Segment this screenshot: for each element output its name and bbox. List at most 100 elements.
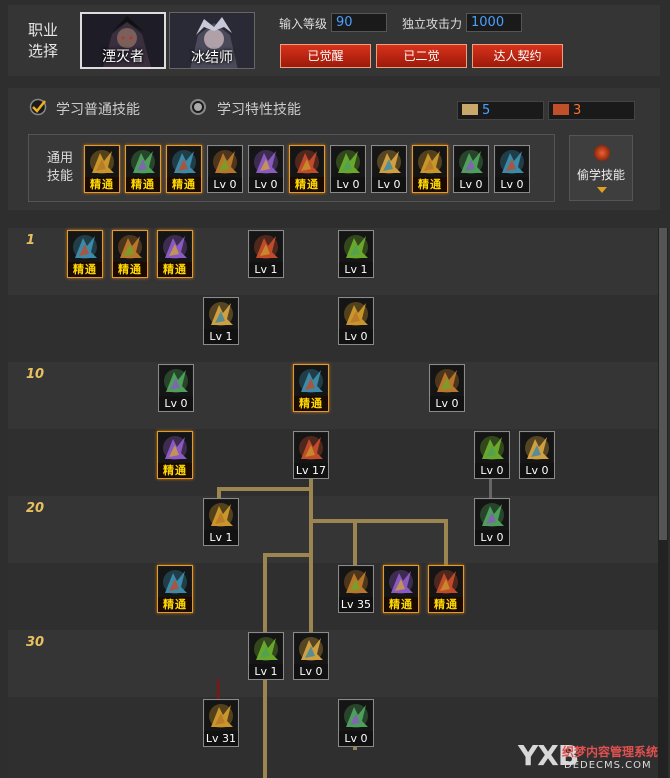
skill-slot[interactable]: 精通: [293, 364, 329, 412]
skill-slot[interactable]: Lv 0: [519, 431, 555, 479]
dash-kick-skill-icon: [168, 147, 200, 178]
skill-level-label: Lv 1: [204, 530, 238, 545]
tree-row: [8, 630, 658, 697]
skill-slot[interactable]: Lv 0: [371, 145, 407, 193]
skill-slot[interactable]: 精通: [125, 145, 161, 193]
tp-points-box: 3: [548, 101, 635, 120]
second-awakened-button[interactable]: 已二觉: [376, 44, 467, 68]
class-portrait-annihilator[interactable]: 湮灭者: [80, 12, 166, 69]
skill-slot[interactable]: Lv 1: [203, 297, 239, 345]
input-level-field[interactable]: 90: [331, 13, 387, 32]
class-portrait-elementalist[interactable]: 冰结师: [169, 12, 255, 69]
book-icon: [553, 104, 569, 115]
skill-slot[interactable]: Lv 1: [248, 230, 284, 278]
skill-slot[interactable]: 精通: [166, 145, 202, 193]
learn-normal-checkbox[interactable]: [29, 98, 47, 116]
skill-level-label: Lv 31: [204, 731, 238, 746]
independent-attack-label: 独立攻击力: [402, 17, 463, 31]
hex-star-skill-icon: [159, 567, 191, 598]
skill-slot[interactable]: Lv 0: [338, 297, 374, 345]
tree-connector: [444, 519, 448, 569]
skill-level-label: Lv 0: [294, 664, 328, 679]
skill-slot[interactable]: Lv 1: [248, 632, 284, 680]
tree-row: [8, 362, 658, 429]
skill-slot[interactable]: Lv 0: [293, 632, 329, 680]
tree-connector: [217, 487, 313, 491]
skill-slot[interactable]: Lv 1: [203, 498, 239, 546]
level-marker: 20: [26, 501, 45, 516]
spiral-dash-skill-icon: [250, 232, 282, 263]
tree-row: [8, 563, 658, 630]
skill-slot[interactable]: Lv 0: [158, 364, 194, 412]
golden-warrior-skill-icon: [455, 147, 487, 178]
skill-level-label: 精通: [290, 177, 324, 192]
skill-slot[interactable]: Lv 0: [474, 431, 510, 479]
skill-slot[interactable]: Lv 0: [429, 364, 465, 412]
skill-level-label: Lv 0: [475, 463, 509, 478]
skill-slot[interactable]: 精通: [412, 145, 448, 193]
learn-normal-label: 学习普通技能: [56, 102, 140, 118]
skill-slot[interactable]: 精通: [157, 230, 193, 278]
independent-attack-field[interactable]: 1000: [466, 13, 522, 32]
skill-level-label: Lv 0: [249, 177, 283, 192]
skill-slot[interactable]: Lv 0: [453, 145, 489, 193]
skill-slot[interactable]: 精通: [67, 230, 103, 278]
skill-slot[interactable]: 精通: [383, 565, 419, 613]
skill-level-label: 精通: [68, 262, 102, 277]
steal-skill-label: 偷学技能: [576, 168, 625, 182]
skill-level-label: Lv 1: [339, 262, 373, 277]
sun-ring-skill-icon: [340, 701, 372, 732]
tree-connector: [309, 519, 448, 523]
skill-level-label: 精通: [429, 597, 463, 612]
master-contract-button[interactable]: 达人契约: [472, 44, 563, 68]
tree-scrollbar[interactable]: [658, 228, 668, 778]
skill-slot[interactable]: Lv 17: [293, 431, 329, 479]
tree-row: [8, 429, 658, 496]
level-marker: 10: [26, 367, 45, 382]
skill-level-label: 精通: [85, 177, 119, 192]
skill-slot[interactable]: Lv 0: [248, 145, 284, 193]
skill-level-label: Lv 0: [495, 177, 529, 192]
scrollbar-thumb[interactable]: [659, 228, 667, 540]
red-star-skill-icon: [295, 433, 327, 464]
slash-skill-icon: [205, 299, 237, 330]
skill-level-label: 精通: [158, 262, 192, 277]
skill-level-label: Lv 1: [249, 664, 283, 679]
skill-slot[interactable]: 精通: [157, 565, 193, 613]
figure-glow-skill-icon: [114, 232, 146, 263]
radio-dot: [194, 103, 202, 111]
skill-slot[interactable]: 精通: [289, 145, 325, 193]
skill-slot[interactable]: Lv 35: [338, 565, 374, 613]
checkmark-icon: [29, 98, 47, 116]
skill-slot[interactable]: Lv 0: [338, 699, 374, 747]
wings-skill-icon: [209, 147, 241, 178]
skill-slot[interactable]: 精通: [428, 565, 464, 613]
skill-slot[interactable]: 精通: [157, 431, 193, 479]
skill-level-label: 精通: [113, 262, 147, 277]
tree-row: [8, 295, 658, 362]
skill-slot[interactable]: Lv 0: [474, 498, 510, 546]
green-star-skill-icon: [159, 433, 191, 464]
learn-special-radio[interactable]: [190, 99, 206, 115]
crosshair-star-skill-icon: [291, 147, 323, 178]
skill-slot[interactable]: 精通: [112, 230, 148, 278]
skill-tree: 1 10 20 30 精通 精通 精通 Lv 1 Lv 1 Lv 1 Lv 0 Lv 0 精通 L…: [8, 228, 658, 778]
crawl-skill-icon: [127, 147, 159, 178]
steal-skill-button[interactable]: 偷学技能: [569, 135, 633, 201]
green-explosion-skill-icon: [159, 232, 191, 263]
skill-level-label: Lv 0: [430, 396, 464, 411]
skill-level-label: Lv 0: [454, 177, 488, 192]
skill-slot[interactable]: Lv 0: [207, 145, 243, 193]
skill-slot[interactable]: 精通: [84, 145, 120, 193]
skill-slot[interactable]: Lv 0: [494, 145, 530, 193]
skill-slot[interactable]: Lv 1: [338, 230, 374, 278]
awakened-button[interactable]: 已觉醒: [280, 44, 371, 68]
watermark-url: DEDECMS.COM: [564, 760, 652, 771]
watermark-text: 织梦内容管理系统: [562, 745, 659, 759]
fire-burst-skill-icon: [69, 232, 101, 263]
skill-level-label: 精通: [158, 597, 192, 612]
skill-slot[interactable]: Lv 0: [330, 145, 366, 193]
tree-connector: [263, 553, 313, 557]
skill-slot[interactable]: Lv 31: [203, 699, 239, 747]
meteor-skill-icon: [250, 634, 282, 665]
